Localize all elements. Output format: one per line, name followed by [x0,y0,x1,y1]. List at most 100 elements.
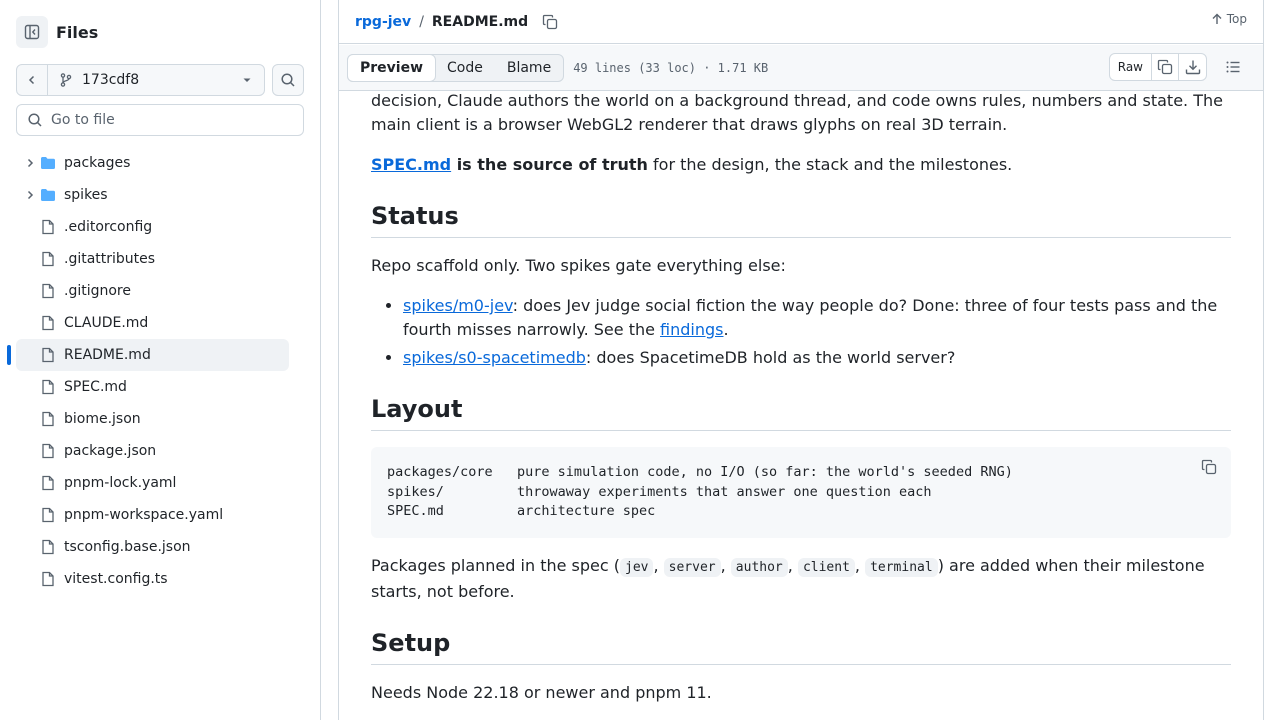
setup-text: Needs Node 22.18 or newer and pnpm 11. [371,682,712,702]
readme-content: decision, Claude authors the world on a … [371,91,1231,720]
copy-path-button[interactable] [538,10,562,34]
tree-item-packages[interactable]: packages [16,147,289,179]
spike-s0-link[interactable]: spikes/s0-spacetimedb [403,348,586,367]
search-icon [281,73,295,87]
sidebar-header: Files [16,16,98,48]
list-item-text: : does Jev judge social fiction the way … [403,296,1218,339]
tree-item-pnpm-lock-yaml[interactable]: pnpm-lock.yaml [16,467,289,499]
tree-item-label: .editorconfig [64,219,153,235]
list-item: spikes/s0-spacetimedb: does SpacetimeDB … [403,346,1231,370]
copy-icon [1157,59,1173,75]
branch-row: 173cdf8 [16,64,304,96]
go-to-file-input[interactable] [51,112,291,128]
search-button[interactable] [272,64,304,96]
tree-item-spikes[interactable]: spikes [16,179,289,211]
spec-link[interactable]: SPEC.md [371,155,451,174]
spike-list: spikes/m0-jev: does Jev judge social fic… [371,294,1231,370]
list-item-end: . [723,320,729,339]
file-icon [40,283,56,299]
setup-heading: Setup [371,628,1231,665]
status-text: Repo scaffold only. Two spikes gate ever… [371,256,786,275]
caret-down-icon [243,78,251,82]
go-to-file-field[interactable] [16,104,304,136]
back-to-top-button[interactable]: Top [1211,12,1247,26]
copy-icon [1201,459,1217,475]
raw-button[interactable]: Raw [1110,54,1152,80]
folder-icon [40,187,56,203]
top-label: Top [1226,12,1247,26]
tree-item-editorconfig[interactable]: .editorconfig [16,211,289,243]
file-icon [40,379,56,395]
packages-paragraph: Packages planned in the spec (jev, serve… [371,554,1231,604]
tree-item-biome-json[interactable]: biome.json [16,403,289,435]
file-icon [40,251,56,267]
comma: , [854,555,866,575]
tree-item-readme-md[interactable]: README.md [7,339,289,371]
copy-raw-button[interactable] [1152,54,1179,80]
chevron-right-icon[interactable] [22,155,38,171]
file-icon [40,539,56,555]
tree-item-label: biome.json [64,411,141,427]
tree-item-label: package.json [64,443,157,459]
inline-code: server [663,557,721,577]
tree-item-spec-md[interactable]: SPEC.md [16,371,289,403]
file-icon [40,571,56,587]
tree-item-label: .gitignore [64,283,131,299]
collapse-sidebar-button[interactable] [16,16,48,48]
tree-item-vitest-config-ts[interactable]: vitest.config.ts [16,563,289,595]
arrow-up-icon [1212,13,1222,24]
branch-select[interactable]: 173cdf8 [48,65,264,95]
file-tree: packages spikes .editorconfig .gitattrib… [7,147,289,595]
breadcrumb-separator: / [419,13,424,30]
code-block-text: packages/core pure simulation code, no I… [387,464,1013,519]
intro-paragraph: decision, Claude authors the world on a … [371,91,1223,134]
spec-rest-text: for the design, the stack and the milest… [647,155,1013,174]
view-mode-tabs: Preview Code Blame [347,53,565,82]
git-branch-icon [60,73,72,87]
comma: , [720,555,731,575]
tree-item-claude-md[interactable]: CLAUDE.md [16,307,289,339]
outline-button[interactable] [1219,53,1247,81]
tab-code[interactable]: Code [435,55,495,81]
spec-paragraph: SPEC.md is the source of truth for the d… [371,153,1231,177]
tree-item-tsconfig-base-json[interactable]: tsconfig.base.json [16,531,289,563]
tree-item-gitignore[interactable]: .gitignore [16,275,289,307]
file-icon [40,347,56,363]
download-icon [1185,60,1200,75]
file-viewer: rpg-jev / README.md Top Preview Code Bla… [338,0,1264,720]
file-icon [40,475,56,491]
findings-link[interactable]: findings [660,320,723,339]
tree-item-label: spikes [64,187,108,203]
download-button[interactable] [1179,54,1206,80]
tree-item-label: pnpm-workspace.yaml [64,507,224,523]
tree-item-label: packages [64,155,131,171]
copy-code-button[interactable] [1201,459,1217,475]
spike-m0-link[interactable]: spikes/m0-jev [403,296,513,315]
inline-code: author [730,557,788,577]
breadcrumb-file-name: README.md [431,13,529,30]
file-icon [40,443,56,459]
copy-icon [542,14,558,29]
tab-preview[interactable]: Preview [347,53,437,82]
breadcrumb-repo-link[interactable]: rpg-jev [355,14,411,30]
branch-picker-group: 173cdf8 [16,64,265,96]
tree-item-gitattributes[interactable]: .gitattributes [16,243,289,275]
back-button[interactable] [17,65,48,95]
status-heading: Status [371,201,1231,238]
comma: , [653,555,664,575]
branch-name: 173cdf8 [82,72,140,88]
packages-pre-text: Packages planned in the spec ( [371,555,620,575]
tab-blame[interactable]: Blame [495,55,563,81]
file-actions: Raw [1108,53,1247,81]
tree-item-label: tsconfig.base.json [64,539,191,555]
tree-item-label: pnpm-lock.yaml [64,475,177,491]
layout-heading: Layout [371,394,1231,431]
tree-item-package-json[interactable]: package.json [16,435,289,467]
search-icon [28,113,42,127]
inline-code: client [797,557,855,577]
tree-item-label: .gitattributes [64,251,156,267]
tree-item-pnpm-workspace-yaml[interactable]: pnpm-workspace.yaml [16,499,289,531]
tree-item-label: vitest.config.ts [64,571,168,587]
chevron-right-icon[interactable] [22,187,38,203]
file-icon [40,219,56,235]
